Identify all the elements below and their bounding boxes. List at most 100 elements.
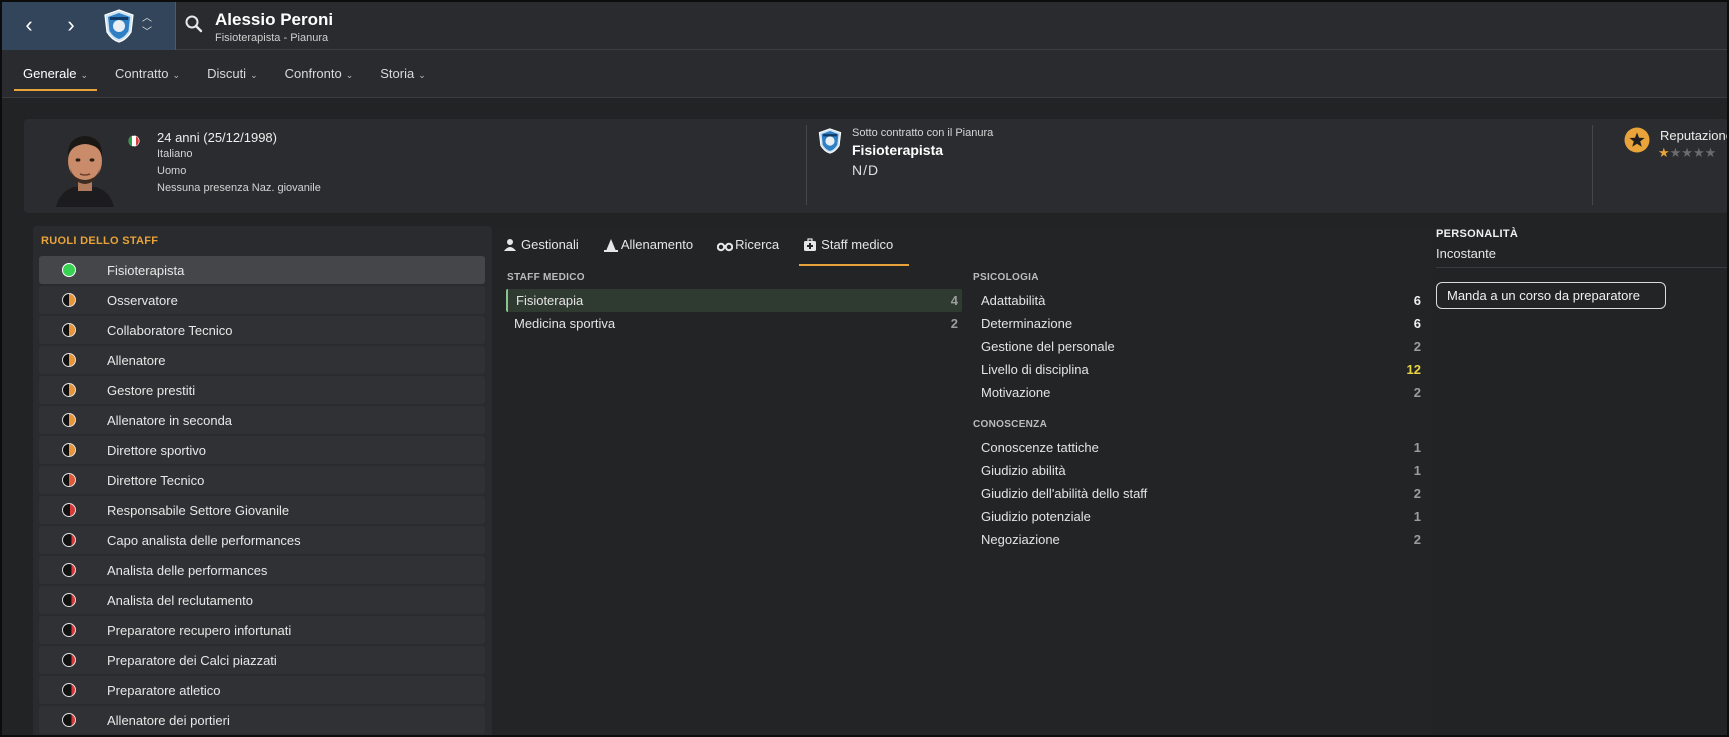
role-label: Direttore Tecnico	[107, 473, 205, 488]
role-suitability-icon	[62, 353, 76, 367]
tab-label: Gestionali	[521, 237, 579, 252]
tab-label: Generale	[23, 66, 77, 81]
staff-roles-list: Fisioterapista Osservatore Collaboratore T…	[39, 256, 485, 735]
tab-contratto[interactable]: Contratto ⌄	[106, 62, 189, 91]
tab-label: Discuti	[207, 66, 247, 81]
staff-role-row[interactable]: Allenatore dei portieri	[39, 706, 485, 734]
profile-strip: 24 anni (25/12/1998) Italiano Uomo Nessu…	[24, 119, 1727, 213]
tab-gestionali[interactable]: Gestionali	[495, 226, 595, 266]
role-suitability-icon	[62, 503, 76, 517]
role-label: Allenatore in seconda	[107, 413, 233, 428]
role-suitability-icon	[62, 653, 76, 667]
search-icon[interactable]	[184, 14, 204, 34]
contract-nd: N/D	[852, 162, 880, 178]
staff-role-row[interactable]: Preparatore dei Calci piazzati	[39, 646, 485, 674]
staff-role-row[interactable]: Capo analista delle performances	[39, 526, 485, 554]
send-to-course-button[interactable]: Manda a un corso da preparatore	[1436, 282, 1666, 309]
updown-icon[interactable]: ︿ ﹀	[142, 12, 152, 40]
role-label: Analista delle performances	[107, 563, 268, 578]
staff-role-row[interactable]: Collaboratore Tecnico	[39, 316, 485, 344]
staff-role-row[interactable]: Gestore prestiti	[39, 376, 485, 404]
attribute-name: Adattabilità	[981, 293, 1046, 308]
attribute-row[interactable]: Giudizio abilità 1	[973, 459, 1425, 482]
attribute-value: 1	[1413, 509, 1421, 524]
attribute-name: Determinazione	[981, 316, 1073, 331]
attribute-row[interactable]: Negoziazione 2	[973, 528, 1425, 551]
staff-medico-list: Fisioterapia 4 Medicina sportiva 2	[506, 289, 962, 335]
staff-role-row[interactable]: Analista delle performances	[39, 556, 485, 584]
tab-label: Staff medico	[821, 237, 894, 252]
attribute-value: 1	[1413, 440, 1421, 455]
medical-kit-icon	[804, 238, 817, 251]
attribute-row[interactable]: Fisioterapia 4	[506, 289, 962, 312]
conoscenza-title: CONOSCENZA	[973, 419, 1048, 430]
tab-confronto[interactable]: Confronto ⌄	[276, 62, 363, 91]
tab-storia[interactable]: Storia ⌄	[371, 62, 435, 91]
role-label: Gestore prestiti	[107, 383, 196, 398]
binoculars-icon	[717, 242, 734, 252]
attribute-value: 2	[1413, 532, 1421, 547]
staff-role-row[interactable]: Analista del reclutamento	[39, 586, 485, 614]
tab-label: Storia	[380, 66, 415, 81]
tab-label: Allenamento	[620, 237, 694, 252]
attribute-row[interactable]: Livello di disciplina 12	[973, 358, 1425, 381]
nationality-text[interactable]: Italiano	[157, 146, 321, 163]
attribute-value: 1	[1413, 463, 1421, 478]
youth-caps-text: Nessuna presenza Naz. giovanile	[157, 182, 321, 194]
attribute-value: 12	[1406, 362, 1421, 377]
role-label: Analista del reclutamento	[107, 593, 253, 608]
tab-generale[interactable]: Generale ⌄	[14, 62, 98, 91]
role-label: Collaboratore Tecnico	[107, 323, 233, 338]
staff-role-row[interactable]: Osservatore	[39, 286, 485, 314]
navigation-controls: ‹ › ︿ ﹀	[2, 2, 176, 50]
person-subtitle[interactable]: Fisioterapista - Pianura	[215, 32, 328, 44]
tab-staff-medico[interactable]: Staff medico	[795, 226, 910, 266]
role-suitability-icon	[62, 593, 76, 607]
tab-ricerca[interactable]: Ricerca	[709, 226, 795, 266]
attribute-row[interactable]: Medicina sportiva 2	[506, 312, 962, 335]
role-suitability-icon	[62, 443, 76, 457]
staff-role-row[interactable]: Direttore sportivo	[39, 436, 485, 464]
gender-text: Uomo	[157, 165, 187, 177]
staff-roles-panel: RUOLI DELLO STAFF Fisioterapista Osservat…	[33, 226, 492, 735]
staff-role-row[interactable]: Allenatore in seconda	[39, 406, 485, 434]
attribute-value: 6	[1413, 293, 1421, 308]
attribute-row[interactable]: Conoscenze tattiche 1	[973, 436, 1425, 459]
contract-role: Fisioterapista	[852, 142, 944, 158]
attribute-row[interactable]: Gestione del personale 2	[973, 335, 1425, 358]
tab-allenamento[interactable]: Allenamento	[595, 226, 709, 266]
tab-label: Ricerca	[735, 237, 780, 252]
attribute-row[interactable]: Adattabilità 6	[973, 289, 1425, 312]
contract-info: Sotto contratto con il Pianura Fisiotera…	[852, 127, 993, 178]
staff-role-row[interactable]: Fisioterapista	[39, 256, 485, 284]
club-badge-icon[interactable]	[102, 8, 136, 44]
club-badge-icon[interactable]	[817, 127, 843, 155]
staff-role-row[interactable]: Allenatore	[39, 346, 485, 374]
role-suitability-icon	[62, 533, 76, 547]
tab-discuti[interactable]: Discuti ⌄	[198, 62, 267, 91]
attribute-value: 2	[1413, 339, 1421, 354]
attribute-row[interactable]: Giudizio dell'abilità dello staff 2	[973, 482, 1425, 505]
attribute-row[interactable]: Determinazione 6	[973, 312, 1425, 335]
role-suitability-icon	[62, 713, 76, 727]
staff-role-row[interactable]: Preparatore atletico	[39, 676, 485, 704]
person-name: Alessio Peroni	[215, 10, 334, 29]
back-arrow-icon[interactable]: ‹	[16, 12, 42, 40]
staff-role-row[interactable]: Preparatore recupero infortunati	[39, 616, 485, 644]
role-label: Fisioterapista	[107, 263, 185, 278]
staff-role-row[interactable]: Direttore Tecnico	[39, 466, 485, 494]
role-label: Allenatore dei portieri	[107, 713, 230, 728]
role-label: Preparatore atletico	[107, 683, 221, 698]
attribute-row[interactable]: Giudizio potenziale 1	[973, 505, 1425, 528]
role-suitability-icon	[62, 263, 76, 277]
attribute-row[interactable]: Motivazione 2	[973, 381, 1425, 404]
training-cone-icon	[603, 239, 618, 252]
attribute-name: Gestione del personale	[981, 339, 1115, 354]
staff-role-row[interactable]: Responsabile Settore Giovanile	[39, 496, 485, 524]
psicologia-list: Adattabilità 6 Determinazione 6 Gestione del…	[973, 289, 1425, 404]
forward-arrow-icon[interactable]: ›	[58, 12, 84, 40]
role-suitability-icon	[62, 293, 76, 307]
staff-roles-title: RUOLI DELLO STAFF	[41, 235, 159, 247]
role-label: Preparatore dei Calci piazzati	[107, 653, 277, 668]
role-suitability-icon	[62, 323, 76, 337]
